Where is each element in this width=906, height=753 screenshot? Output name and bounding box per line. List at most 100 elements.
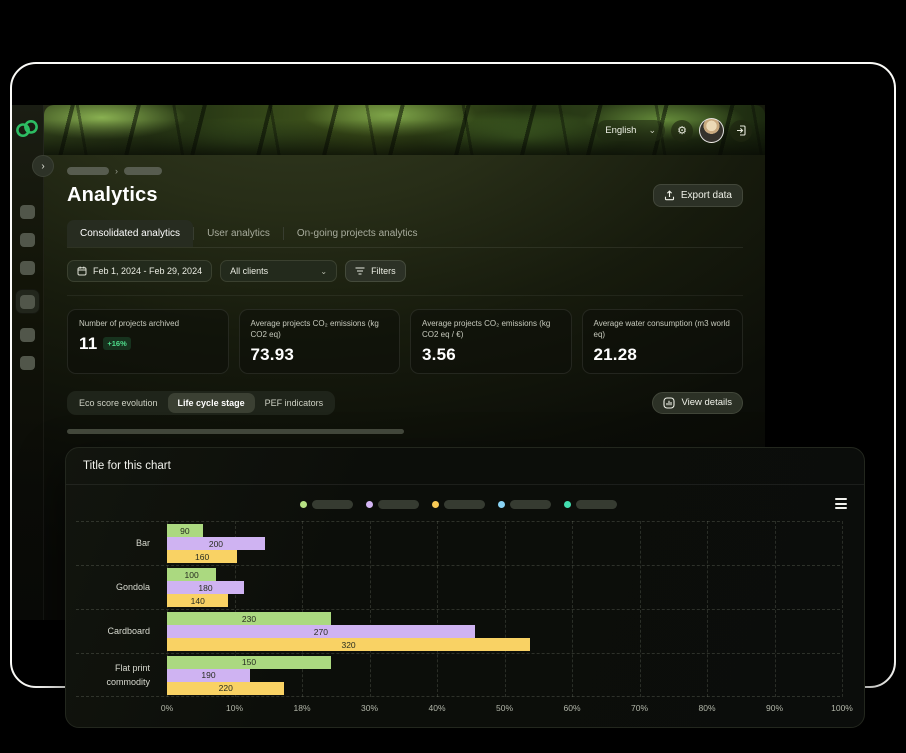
filter-bar: Feb 1, 2024 - Feb 29, 2024 All clients ⌄… (67, 260, 743, 296)
view-details-button[interactable]: View details (652, 392, 743, 414)
chip-pef-indicators[interactable]: PEF indicators (255, 393, 334, 413)
legend-dot-icon (300, 501, 307, 508)
x-axis-tick-label: 70% (631, 703, 648, 713)
chip-life-cycle-stage[interactable]: Life cycle stage (168, 393, 255, 413)
bar-segment-green: 100 (167, 568, 216, 581)
kpi-card-water-consumption: Average water consumption (m3 world eq) … (582, 309, 744, 374)
sidebar-nav-item[interactable] (20, 233, 35, 247)
sidebar-nav-item[interactable] (20, 328, 35, 342)
legend-item (366, 500, 419, 509)
settings-button[interactable]: ⚙ (671, 120, 693, 142)
chart-card: Title for this chart Bar90200160Gondola1… (65, 447, 865, 728)
x-axis-tick-label: 10% (226, 703, 243, 713)
category-label: Bar (76, 536, 167, 550)
chart-category-row: Cardboard230270320 (76, 609, 840, 653)
kpi-label: Average projects CO₂ emissions (kg CO2 e… (251, 319, 389, 341)
upload-icon (664, 190, 675, 201)
kpi-value: 3.56 (422, 345, 456, 365)
logout-button[interactable] (730, 120, 752, 142)
page-content: › Analytics Export data Consolidated ana… (44, 155, 765, 434)
tab-consolidated-analytics[interactable]: Consolidated analytics (67, 220, 193, 247)
date-range-picker[interactable]: Feb 1, 2024 - Feb 29, 2024 (67, 260, 212, 282)
legend-dot-icon (564, 501, 571, 508)
legend-item (432, 500, 485, 509)
legend-label-placeholder (444, 500, 485, 509)
analytics-tabs: Consolidated analytics User analytics On… (67, 220, 743, 248)
breadcrumb: › (67, 167, 743, 175)
sidebar: › (10, 105, 44, 620)
bar-segment-purple: 270 (167, 625, 475, 638)
bar-segment-yellow: 140 (167, 594, 228, 607)
tab-user-analytics[interactable]: User analytics (194, 220, 283, 247)
x-axis-tick-label: 30% (361, 703, 378, 713)
chip-eco-score-evolution[interactable]: Eco score evolution (69, 393, 168, 413)
sidebar-nav-item[interactable] (20, 261, 35, 275)
legend-label-placeholder (576, 500, 617, 509)
chart-details-icon (663, 397, 675, 409)
gridline (842, 521, 843, 697)
x-axis-tick-label: 50% (496, 703, 513, 713)
gear-icon: ⚙ (677, 124, 687, 137)
chart-menu-button[interactable] (835, 498, 847, 509)
sidebar-nav-item[interactable] (20, 205, 35, 219)
chart-category-row: Flat print commodity150190220 (76, 653, 840, 697)
chevron-down-icon: ⌄ (320, 267, 327, 276)
kpi-label: Number of projects archived (79, 319, 217, 330)
date-range-value: Feb 1, 2024 - Feb 29, 2024 (93, 266, 202, 276)
chart-category-row: Gondola100180140 (76, 565, 840, 609)
x-axis-tick-label: 60% (563, 703, 580, 713)
legend-dot-icon (498, 501, 505, 508)
view-details-label: View details (681, 397, 732, 408)
client-select[interactable]: All clients ⌄ (220, 260, 337, 282)
bar-segment-purple: 180 (167, 581, 244, 594)
sidebar-nav-item[interactable] (20, 356, 35, 370)
sidebar-nav-item-icon (20, 295, 35, 309)
legend-label-placeholder (312, 500, 353, 509)
chart-legend (76, 498, 840, 510)
chevron-down-icon: ⌄ (648, 125, 656, 136)
kpi-card-co2-emissions: Average projects CO₂ emissions (kg CO2 e… (239, 309, 401, 374)
brand-logo-icon (14, 118, 40, 139)
legend-item (498, 500, 551, 509)
language-label: English (605, 125, 636, 136)
kpi-value: 73.93 (251, 345, 295, 365)
user-avatar[interactable] (699, 118, 724, 143)
header-controls: English ⌄ ⚙ (596, 118, 752, 143)
sidebar-nav-item-active[interactable] (15, 289, 40, 314)
category-label: Cardboard (76, 624, 167, 638)
breadcrumb-placeholder (67, 167, 109, 175)
bar-segment-green: 230 (167, 612, 331, 625)
chart-category-row: Bar90200160 (76, 521, 840, 565)
bar-segment-yellow: 220 (167, 682, 284, 695)
legend-item (564, 500, 617, 509)
horizontal-scrollbar[interactable] (67, 429, 404, 434)
tab-ongoing-projects-analytics[interactable]: On-going projects analytics (284, 220, 431, 247)
bar-segment-yellow: 160 (167, 550, 237, 563)
x-axis-tick-label: 80% (698, 703, 715, 713)
export-data-label: Export data (681, 190, 732, 201)
page-title: Analytics (67, 184, 158, 207)
kpi-label: Average water consumption (m3 world eq) (594, 319, 732, 341)
bar-segment-green: 150 (167, 656, 331, 669)
filters-button[interactable]: Filters (345, 260, 406, 282)
x-axis-tick-label: 40% (428, 703, 445, 713)
legend-dot-icon (366, 501, 373, 508)
breadcrumb-separator-icon: › (115, 167, 118, 175)
bar-chart-plot: Bar90200160Gondola100180140Cardboard2302… (76, 521, 840, 697)
sidebar-expand-button[interactable]: › (32, 155, 54, 177)
sidebar-nav (10, 205, 44, 370)
client-select-value: All clients (230, 266, 268, 276)
bar-segment-green: 90 (167, 524, 203, 537)
kpi-card-projects-archived: Number of projects archived 11 +16% (67, 309, 229, 374)
breadcrumb-placeholder (124, 167, 162, 175)
filter-lines-icon (355, 267, 365, 275)
kpi-value: 11 (79, 334, 97, 354)
x-axis-tick-label: 0% (161, 703, 173, 713)
language-selector[interactable]: English ⌄ (596, 120, 665, 141)
category-label: Flat print commodity (76, 661, 167, 690)
calendar-icon (77, 266, 87, 276)
export-data-button[interactable]: Export data (653, 184, 743, 207)
filters-label: Filters (371, 266, 396, 276)
sign-out-icon (736, 125, 747, 136)
bar-segment-yellow: 320 (167, 638, 530, 651)
